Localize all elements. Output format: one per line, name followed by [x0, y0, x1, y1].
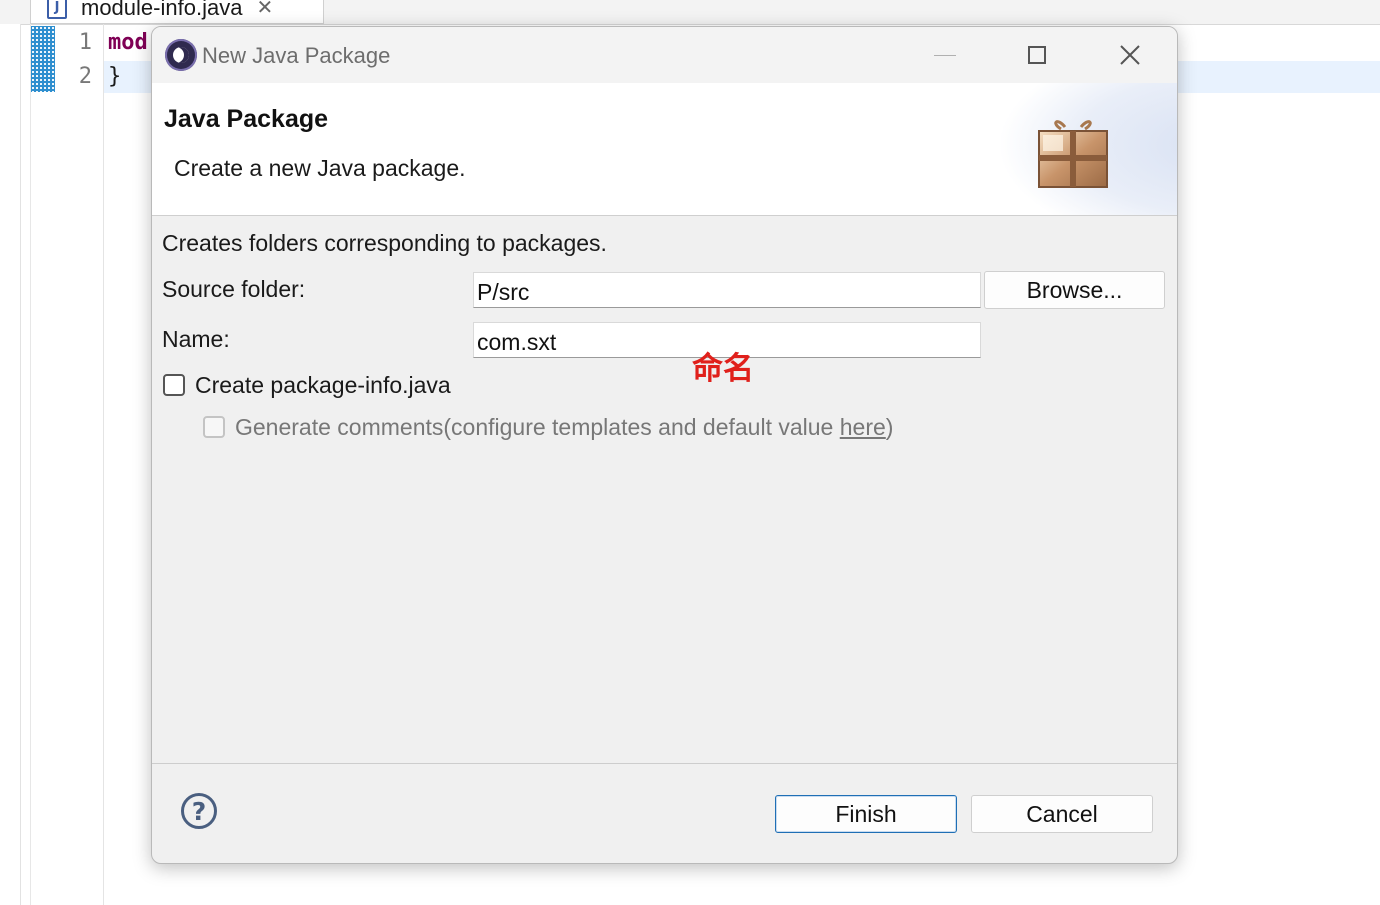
configure-templates-link[interactable]: here: [840, 414, 886, 440]
line-number: 1: [78, 30, 92, 55]
new-java-package-dialog: New Java Package Java Package Create a n…: [151, 26, 1178, 864]
dialog-titlebar[interactable]: New Java Package: [152, 27, 1177, 83]
banner-title: Java Package: [164, 105, 329, 133]
generate-comments-row: Generate comments(configure templates an…: [235, 414, 893, 441]
editor-tab-bar: J module-info.java ✕: [0, 0, 1380, 25]
source-folder-input[interactable]: P/src: [473, 272, 981, 308]
wizard-banner: Java Package Create a new Java package.: [152, 83, 1177, 216]
browse-button[interactable]: Browse...: [984, 271, 1165, 309]
generate-comments-label: Generate comments: [235, 414, 444, 440]
code-line[interactable]: mod: [108, 30, 148, 55]
close-icon[interactable]: ✕: [256, 0, 273, 20]
banner-description: Create a new Java package.: [174, 155, 466, 181]
dialog-title: New Java Package: [202, 43, 391, 68]
change-ruler: [31, 26, 55, 92]
minimize-icon: [934, 54, 956, 56]
annotation-label: 命名: [692, 351, 754, 387]
maximize-button[interactable]: [1014, 35, 1060, 75]
cancel-button[interactable]: Cancel: [971, 795, 1153, 833]
line-number: 2: [78, 64, 92, 89]
hint-suffix: ): [885, 414, 894, 440]
intro-text: Creates folders corresponding to package…: [162, 230, 607, 256]
create-package-info-checkbox[interactable]: [163, 374, 185, 396]
create-package-info-label[interactable]: Create package-info.java: [195, 372, 451, 399]
finish-button[interactable]: Finish: [775, 795, 957, 833]
generate-comments-hint: (configure templates and default value: [443, 414, 840, 440]
editor-tab-label: module-info.java: [81, 0, 243, 20]
code-line[interactable]: }: [108, 64, 121, 89]
maximize-icon: [1028, 46, 1046, 64]
package-icon: [1038, 120, 1108, 188]
generate-comments-checkbox[interactable]: [203, 416, 225, 438]
editor-left-edge: [0, 24, 21, 905]
editor-edge: [22, 24, 31, 905]
eclipse-icon: [165, 39, 197, 71]
minimize-button[interactable]: [922, 35, 968, 75]
name-label: Name:: [162, 326, 230, 352]
source-folder-label: Source folder:: [162, 276, 306, 302]
gutter-divider: [103, 24, 104, 905]
close-icon: [1120, 45, 1140, 65]
close-button[interactable]: [1107, 35, 1153, 75]
editor-tab-module-info[interactable]: J module-info.java ✕: [30, 0, 324, 24]
java-file-icon: J: [47, 0, 67, 19]
help-icon[interactable]: ?: [181, 793, 217, 829]
button-bar-separator: [152, 763, 1177, 764]
